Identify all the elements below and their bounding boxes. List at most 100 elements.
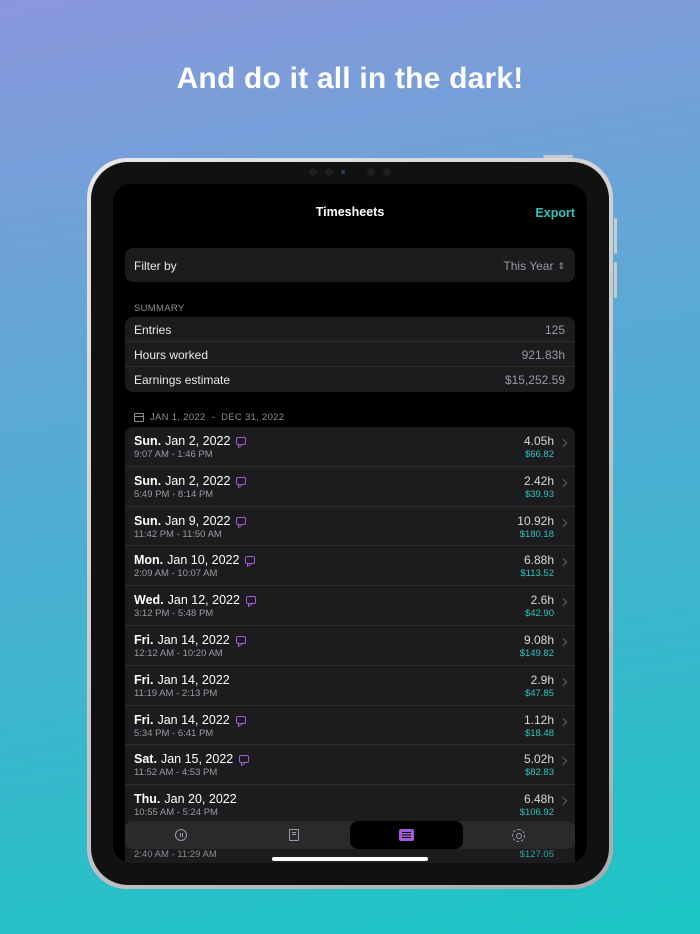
range-end: DEC 31, 2022 (221, 412, 285, 423)
list-item[interactable]: Fri. Jan 14, 2022 12:12 AM - 10:20 AM 9.08h… (125, 626, 575, 666)
entry-weekday: Sun. (134, 473, 162, 488)
chevron-up-down-icon: ⇕ (557, 260, 565, 271)
list-item[interactable]: Wed. Jan 12, 2022 3:12 PM - 5:48 PM 2.6h $42… (125, 586, 575, 626)
chevron-right-icon (558, 757, 568, 766)
list-item[interactable]: Sun. Jan 2, 2022 9:07 AM - 1:46 PM 4.05h $66… (125, 427, 575, 467)
entry-hours: 5.02h (523, 752, 554, 767)
list-item[interactable]: Mon. Jan 10, 2022 2:09 AM - 10:07 AM 6.88h $… (125, 546, 575, 587)
export-button[interactable]: Export (535, 206, 575, 220)
summary-row-hours: Hours worked 921.83h (125, 342, 575, 367)
entry-date: Sun. Jan 9, 2022 (134, 513, 247, 528)
entry-amount: $42.90 (524, 608, 554, 620)
entry-date-text: Jan 2, 2022 (165, 434, 231, 448)
entry-date-text: Jan 20, 2022 (164, 792, 237, 807)
camera-icon (325, 168, 333, 176)
entry-weekday: Fri. (134, 632, 154, 647)
sensor-icon (383, 168, 391, 176)
entry-date: Sun. Jan 2, 2022 (134, 434, 247, 448)
summary-card: Entries 125 Hours worked 921.83h Earning… (125, 317, 575, 392)
summary-label: Hours worked (134, 348, 209, 362)
entry-time: 2:09 AM - 10:07 AM (134, 568, 218, 580)
list-item[interactable]: Thu. Jan 20, 2022 10:55 AM - 5:24 PM 6.48h $… (125, 785, 575, 825)
chevron-right-icon (558, 637, 568, 647)
tab-timer[interactable] (125, 821, 238, 849)
entry-date: Fri. Jan 14, 2022 (134, 673, 230, 687)
volume-button (614, 262, 617, 298)
entry-date-text: Jan 15, 2022 (160, 752, 234, 767)
entry-weekday: Sun. (134, 513, 162, 528)
range-separator: - (211, 412, 216, 423)
list-item[interactable]: Fri. Jan 14, 2022 5:34 PM - 6:41 PM 1.12h $1… (125, 706, 575, 746)
entry-weekday: Thu. (134, 792, 161, 807)
entry-time: 11:42 PM - 11:50 AM (134, 528, 222, 540)
entry-time: 9:07 AM - 1:46 PM (134, 449, 213, 460)
entry-time: 12:12 AM - 10:20 AM (134, 647, 223, 659)
entry-weekday: Wed. (134, 593, 164, 608)
entry-date: Thu. Jan 20, 2022 (134, 792, 237, 806)
list-item[interactable]: Sun. Jan 2, 2022 5:49 PM - 8:14 PM 2.42h $39… (125, 467, 575, 507)
entry-date-text: Jan 14, 2022 (157, 632, 230, 647)
gear-icon (512, 828, 526, 842)
power-button (543, 155, 573, 158)
list-item[interactable]: Sun. Jan 9, 2022 11:42 PM - 11:50 AM 10.92h… (125, 507, 575, 547)
sensor-icon (309, 168, 317, 176)
filter-select[interactable]: This Year ⇕ (503, 259, 565, 273)
entry-amount: $127.05 (519, 849, 554, 860)
entry-amount: $149.82 (519, 647, 554, 659)
entry-amount: $113.52 (520, 568, 554, 580)
date-range-heading: JAN 1, 2022 - DEC 31, 2022 (134, 412, 284, 423)
calendar-icon (134, 413, 144, 422)
note-icon (235, 635, 246, 644)
chevron-right-icon (558, 478, 568, 488)
entry-hours: 2.9h (530, 672, 554, 687)
note-icon (245, 556, 256, 565)
device-bezel: Timesheets Export Filter by This Year ⇕ … (91, 162, 609, 885)
nav-bar: Timesheets Export (113, 184, 587, 240)
entry-hours: 4.05h (523, 434, 554, 448)
page-title: Timesheets (315, 205, 385, 219)
tab-log[interactable] (238, 821, 351, 849)
filter-label: Filter by (134, 259, 177, 273)
entry-hours: 9.08h (523, 632, 554, 647)
entry-date-text: Jan 12, 2022 (167, 593, 240, 608)
entry-date-text: Jan 10, 2022 (167, 553, 240, 568)
filter-row[interactable]: Filter by This Year ⇕ (125, 248, 575, 282)
chevron-right-icon (558, 438, 568, 448)
promo-headline: And do it all in the dark! (176, 62, 524, 95)
entry-amount: $39.93 (524, 488, 554, 500)
summary-label: Entries (134, 323, 172, 337)
entry-time: 11:52 AM - 4:53 PM (134, 767, 218, 779)
entry-time: 3:12 PM - 5:48 PM (134, 608, 214, 620)
entry-weekday: Sat. (134, 752, 157, 767)
tab-timesheets[interactable] (350, 821, 463, 849)
volume-button (614, 218, 617, 254)
entry-date: Fri. Jan 14, 2022 (134, 713, 246, 727)
entry-date: Mon. Jan 10, 2022 (134, 553, 256, 568)
entry-weekday: Fri. (134, 672, 154, 687)
entry-date-text: Jan 14, 2022 (157, 712, 230, 727)
entry-weekday: Fri. (134, 712, 154, 727)
note-icon (245, 596, 256, 605)
entry-hours: 2.6h (530, 593, 554, 608)
tablet-device: Timesheets Export Filter by This Year ⇕ … (87, 155, 617, 889)
summary-row-earnings: Earnings estimate $15,252.59 (125, 367, 575, 392)
entry-hours: 6.48h (523, 792, 554, 807)
tab-settings[interactable] (463, 821, 576, 849)
list-item[interactable]: Fri. Jan 14, 2022 11:19 AM - 2:13 PM 2.9h $4… (125, 666, 575, 706)
list-icon (398, 829, 414, 841)
entry-date-text: Jan 9, 2022 (165, 513, 231, 528)
entry-time: 10:55 AM - 5:24 PM (134, 807, 218, 819)
entry-weekday: Mon. (134, 553, 164, 568)
list-item[interactable]: Sat. Jan 15, 2022 11:52 AM - 4:53 PM 5.02h $… (125, 745, 575, 786)
entry-date: Sun. Jan 2, 2022 (134, 473, 247, 488)
home-indicator[interactable] (272, 857, 428, 861)
entry-hours: 1.12h (523, 712, 554, 727)
camera-lens-icon (341, 170, 345, 174)
summary-label: Earnings estimate (134, 373, 231, 387)
chevron-right-icon (558, 717, 568, 726)
summary-heading: SUMMARY (134, 303, 185, 314)
entry-time: 11:19 AM - 2:13 PM (134, 687, 218, 699)
entry-date: Fri. Jan 14, 2022 (134, 633, 246, 647)
entry-date: Wed. Jan 12, 2022 (134, 593, 256, 607)
entry-amount: $18.48 (524, 727, 554, 739)
